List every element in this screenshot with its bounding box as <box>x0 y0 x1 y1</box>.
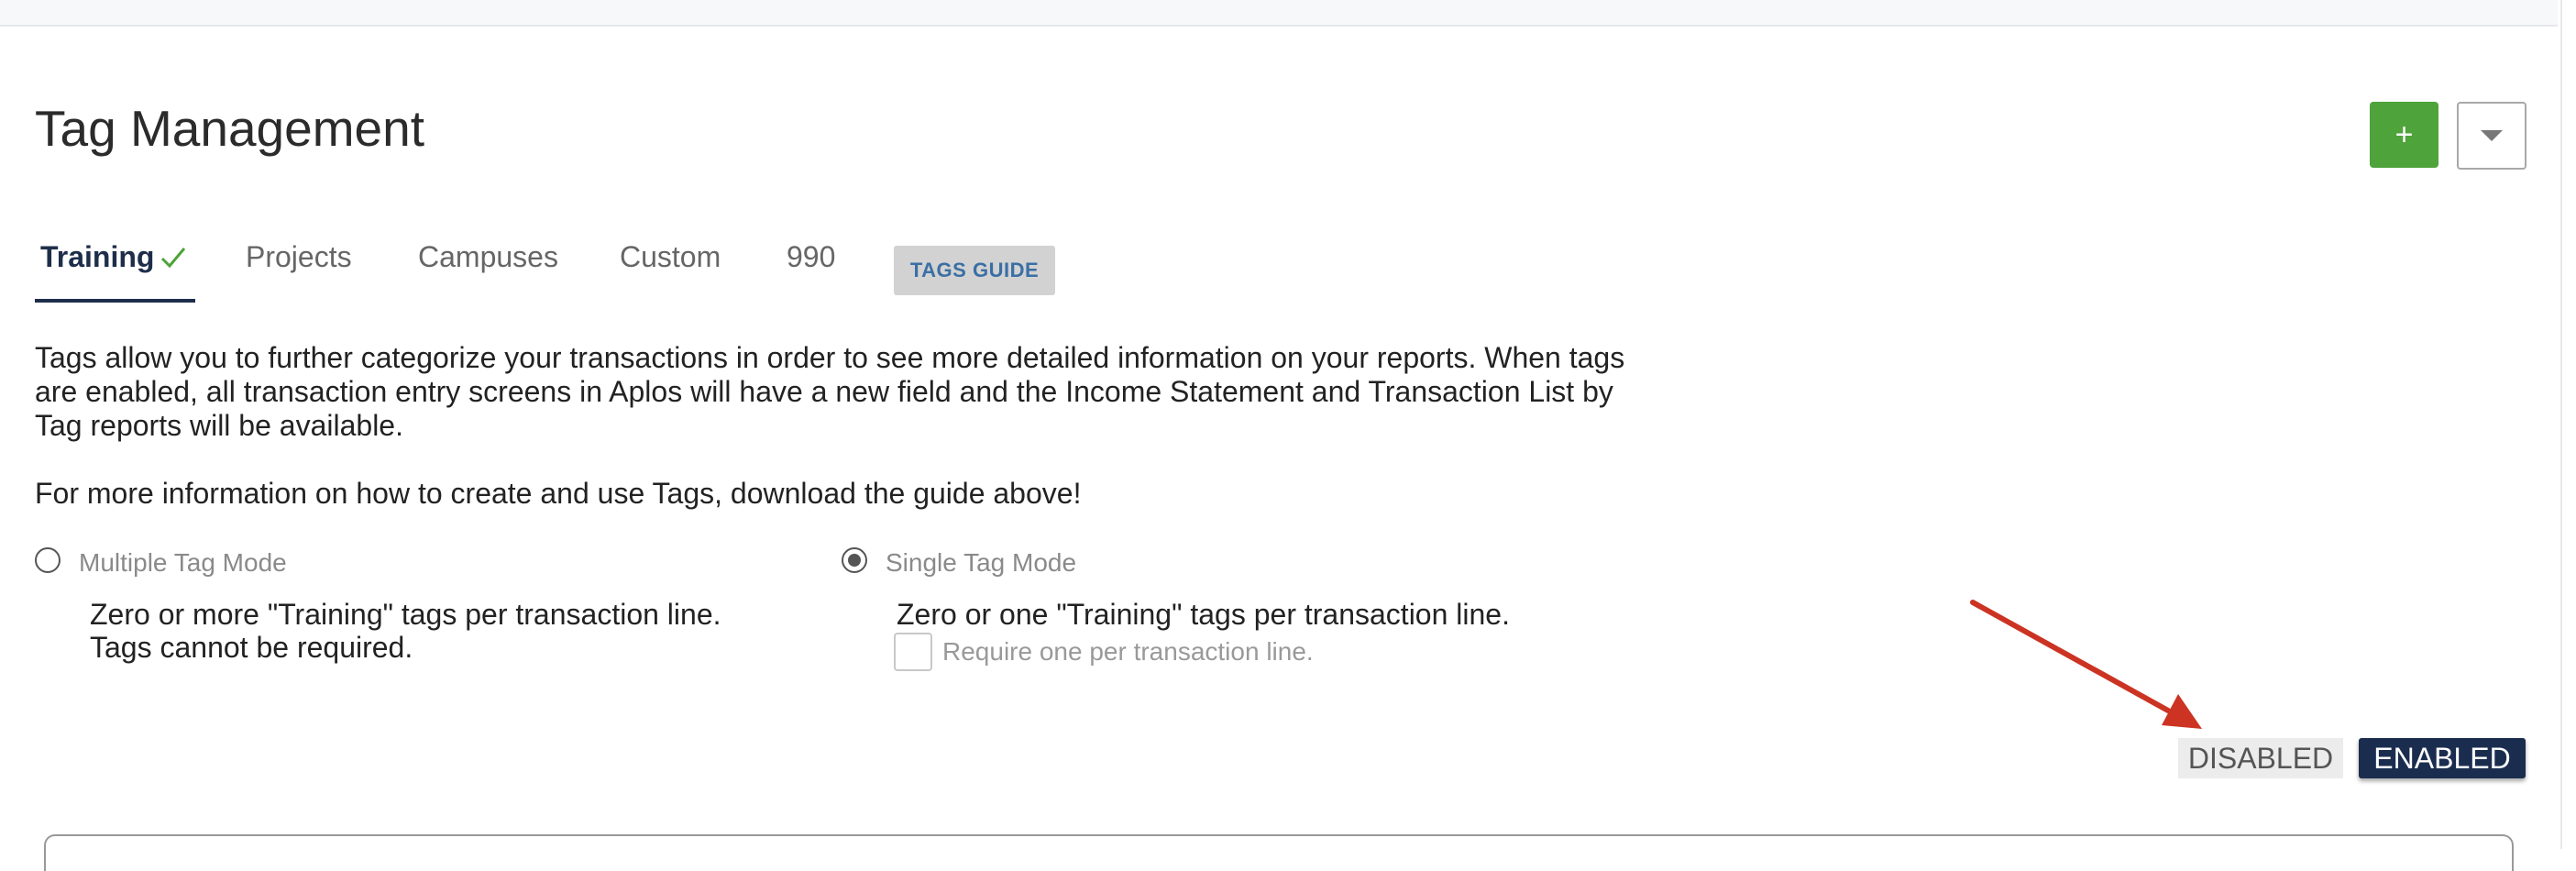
tab-custom[interactable]: Custom <box>620 240 721 274</box>
scroll-edge <box>2560 0 2562 849</box>
active-tab-indicator <box>35 299 195 303</box>
require-tag-label: Require one per transaction line. <box>942 637 1314 666</box>
radio-selected-dot <box>848 554 861 567</box>
multiple-mode-description: Zero or more "Training" tags per transac… <box>90 598 721 631</box>
more-options-dropdown[interactable] <box>2457 102 2526 170</box>
toggle-enabled-option[interactable]: ENABLED <box>2359 738 2526 778</box>
toggle-disabled-option[interactable]: DISABLED <box>2178 738 2343 778</box>
check-icon <box>160 244 187 278</box>
multiple-tag-mode-label: Multiple Tag Mode <box>79 548 287 577</box>
annotation-arrow-icon <box>1970 600 2202 729</box>
tab-projects[interactable]: Projects <box>246 240 352 274</box>
add-tag-button[interactable]: + <box>2370 102 2438 168</box>
multiple-mode-note: Tags cannot be required. <box>90 631 413 664</box>
tab-training[interactable]: Training <box>40 240 187 278</box>
tab-990[interactable]: 990 <box>787 240 835 274</box>
tab-campuses[interactable]: Campuses <box>418 240 558 274</box>
info-text: For more information on how to create an… <box>35 477 1082 510</box>
description-text: Tags allow you to further categorize you… <box>35 341 1625 442</box>
require-tag-checkbox[interactable] <box>894 633 932 671</box>
page-title: Tag Management <box>35 100 424 157</box>
tags-guide-button[interactable]: TAGS GUIDE <box>894 246 1055 295</box>
single-tag-mode-radio[interactable] <box>842 547 867 573</box>
tag-list-panel <box>44 834 2514 871</box>
tab-label: Training <box>40 240 155 273</box>
multiple-tag-mode-radio[interactable] <box>35 547 61 573</box>
single-tag-mode-label: Single Tag Mode <box>886 548 1077 577</box>
single-mode-description: Zero or one "Training" tags per transact… <box>897 598 1510 631</box>
top-bar <box>0 0 2558 27</box>
chevron-down-icon <box>2481 130 2503 141</box>
